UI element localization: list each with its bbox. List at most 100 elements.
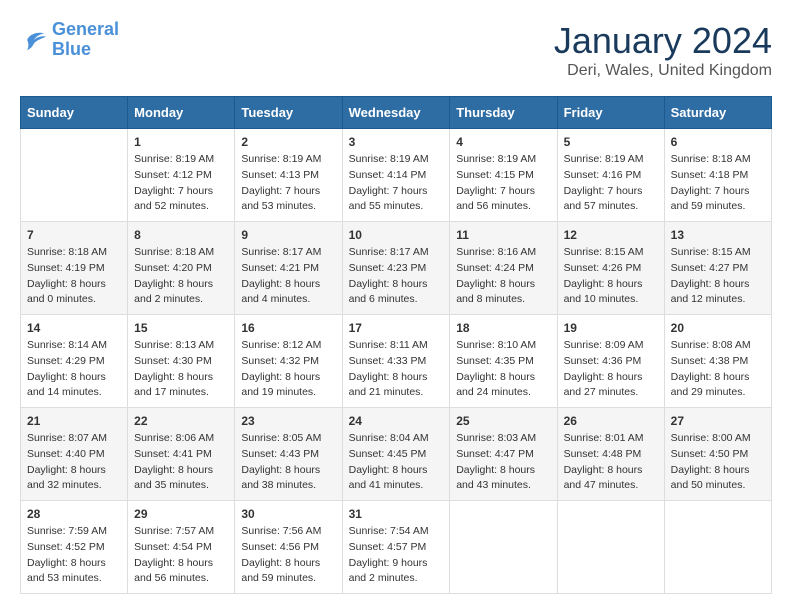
weekday-header-tuesday: Tuesday <box>235 97 342 129</box>
day-cell-15: 15 Sunrise: 8:13 AMSunset: 4:30 PMDayligh… <box>128 315 235 408</box>
weekday-header-row: SundayMondayTuesdayWednesdayThursdayFrid… <box>21 97 772 129</box>
day-cell-25: 25 Sunrise: 8:03 AMSunset: 4:47 PMDayligh… <box>450 408 557 501</box>
day-cell-3: 3 Sunrise: 8:19 AMSunset: 4:14 PMDaylight… <box>342 129 450 222</box>
logo-line2: Blue <box>52 39 91 59</box>
day-info: Sunrise: 8:03 AMSunset: 4:47 PMDaylight:… <box>456 431 550 494</box>
day-info: Sunrise: 8:17 AMSunset: 4:23 PMDaylight:… <box>349 245 444 308</box>
weekday-header-friday: Friday <box>557 97 664 129</box>
weekday-header-sunday: Sunday <box>21 97 128 129</box>
day-cell-26: 26 Sunrise: 8:01 AMSunset: 4:48 PMDayligh… <box>557 408 664 501</box>
weekday-header-saturday: Saturday <box>664 97 771 129</box>
week-row-1: 1 Sunrise: 8:19 AMSunset: 4:12 PMDaylight… <box>21 129 772 222</box>
day-number: 12 <box>564 228 658 242</box>
day-number: 22 <box>134 414 228 428</box>
day-info: Sunrise: 8:08 AMSunset: 4:38 PMDaylight:… <box>671 338 765 401</box>
day-number: 9 <box>241 228 335 242</box>
day-info: Sunrise: 8:07 AMSunset: 4:40 PMDaylight:… <box>27 431 121 494</box>
month-title: January 2024 <box>554 20 772 62</box>
day-number: 20 <box>671 321 765 335</box>
day-cell-7: 7 Sunrise: 8:18 AMSunset: 4:19 PMDaylight… <box>21 222 128 315</box>
day-cell-6: 6 Sunrise: 8:18 AMSunset: 4:18 PMDaylight… <box>664 129 771 222</box>
day-info: Sunrise: 8:15 AMSunset: 4:27 PMDaylight:… <box>671 245 765 308</box>
day-cell-21: 21 Sunrise: 8:07 AMSunset: 4:40 PMDayligh… <box>21 408 128 501</box>
logo-line1: General <box>52 19 119 39</box>
empty-cell <box>664 501 771 594</box>
week-row-4: 21 Sunrise: 8:07 AMSunset: 4:40 PMDayligh… <box>21 408 772 501</box>
day-cell-16: 16Sunrise: 8:12 AMSunset: 4:32 PMDayligh… <box>235 315 342 408</box>
empty-cell <box>21 129 128 222</box>
day-info: Sunrise: 8:01 AMSunset: 4:48 PMDaylight:… <box>564 431 658 494</box>
day-number: 10 <box>349 228 444 242</box>
day-cell-12: 12Sunrise: 8:15 AMSunset: 4:26 PMDayligh… <box>557 222 664 315</box>
day-info: Sunrise: 8:14 AMSunset: 4:29 PMDaylight:… <box>27 338 121 401</box>
week-row-5: 28 Sunrise: 7:59 AMSunset: 4:52 PMDayligh… <box>21 501 772 594</box>
day-info: Sunrise: 8:16 AMSunset: 4:24 PMDaylight:… <box>456 245 550 308</box>
empty-cell <box>557 501 664 594</box>
empty-cell <box>450 501 557 594</box>
weekday-header-thursday: Thursday <box>450 97 557 129</box>
day-info: Sunrise: 7:56 AMSunset: 4:56 PMDaylight:… <box>241 524 335 587</box>
day-number: 18 <box>456 321 550 335</box>
day-info: Sunrise: 8:17 AMSunset: 4:21 PMDaylight:… <box>241 245 335 308</box>
day-info: Sunrise: 8:09 AMSunset: 4:36 PMDaylight:… <box>564 338 658 401</box>
day-info: Sunrise: 8:04 AMSunset: 4:45 PMDaylight:… <box>349 431 444 494</box>
day-number: 6 <box>671 135 765 149</box>
day-cell-14: 14 Sunrise: 8:14 AMSunset: 4:29 PMDayligh… <box>21 315 128 408</box>
day-cell-8: 8 Sunrise: 8:18 AMSunset: 4:20 PMDaylight… <box>128 222 235 315</box>
day-number: 23 <box>241 414 335 428</box>
day-cell-22: 22Sunrise: 8:06 AMSunset: 4:41 PMDayligh… <box>128 408 235 501</box>
day-number: 25 <box>456 414 550 428</box>
day-number: 8 <box>134 228 228 242</box>
day-number: 11 <box>456 228 550 242</box>
day-info: Sunrise: 8:18 AMSunset: 4:20 PMDaylight:… <box>134 245 228 308</box>
calendar-table: SundayMondayTuesdayWednesdayThursdayFrid… <box>20 96 772 594</box>
day-cell-1: 1 Sunrise: 8:19 AMSunset: 4:12 PMDaylight… <box>128 129 235 222</box>
logo: General Blue <box>20 20 119 60</box>
day-number: 14 <box>27 321 121 335</box>
day-cell-9: 9 Sunrise: 8:17 AMSunset: 4:21 PMDaylight… <box>235 222 342 315</box>
day-info: Sunrise: 8:19 AMSunset: 4:12 PMDaylight:… <box>134 152 228 215</box>
day-cell-24: 24 Sunrise: 8:04 AMSunset: 4:45 PMDayligh… <box>342 408 450 501</box>
day-number: 5 <box>564 135 658 149</box>
day-cell-10: 10 Sunrise: 8:17 AMSunset: 4:23 PMDayligh… <box>342 222 450 315</box>
day-info: Sunrise: 8:00 AMSunset: 4:50 PMDaylight:… <box>671 431 765 494</box>
day-number: 24 <box>349 414 444 428</box>
day-number: 28 <box>27 507 121 521</box>
day-number: 31 <box>349 507 444 521</box>
day-number: 26 <box>564 414 658 428</box>
day-info: Sunrise: 7:54 AMSunset: 4:57 PMDaylight:… <box>349 524 444 587</box>
day-info: Sunrise: 8:18 AMSunset: 4:19 PMDaylight:… <box>27 245 121 308</box>
day-cell-5: 5Sunrise: 8:19 AMSunset: 4:16 PMDaylight… <box>557 129 664 222</box>
week-row-3: 14 Sunrise: 8:14 AMSunset: 4:29 PMDayligh… <box>21 315 772 408</box>
day-number: 1 <box>134 135 228 149</box>
day-cell-11: 11 Sunrise: 8:16 AMSunset: 4:24 PMDayligh… <box>450 222 557 315</box>
logo-text: General Blue <box>52 20 119 60</box>
day-number: 29 <box>134 507 228 521</box>
day-number: 3 <box>349 135 444 149</box>
weekday-header-wednesday: Wednesday <box>342 97 450 129</box>
day-info: Sunrise: 8:18 AMSunset: 4:18 PMDaylight:… <box>671 152 765 215</box>
page-header: General Blue January 2024 Deri, Wales, U… <box>20 20 772 80</box>
title-area: January 2024 Deri, Wales, United Kingdom <box>554 20 772 80</box>
day-number: 15 <box>134 321 228 335</box>
day-number: 19 <box>564 321 658 335</box>
day-number: 27 <box>671 414 765 428</box>
day-cell-4: 4Sunrise: 8:19 AMSunset: 4:15 PMDaylight… <box>450 129 557 222</box>
day-number: 17 <box>349 321 444 335</box>
logo-icon <box>20 28 48 52</box>
day-info: Sunrise: 7:59 AMSunset: 4:52 PMDaylight:… <box>27 524 121 587</box>
day-number: 13 <box>671 228 765 242</box>
day-info: Sunrise: 8:10 AMSunset: 4:35 PMDaylight:… <box>456 338 550 401</box>
day-cell-23: 23Sunrise: 8:05 AMSunset: 4:43 PMDayligh… <box>235 408 342 501</box>
day-cell-29: 29 Sunrise: 7:57 AMSunset: 4:54 PMDayligh… <box>128 501 235 594</box>
day-info: Sunrise: 8:19 AMSunset: 4:14 PMDaylight:… <box>349 152 444 215</box>
day-number: 30 <box>241 507 335 521</box>
day-info: Sunrise: 7:57 AMSunset: 4:54 PMDaylight:… <box>134 524 228 587</box>
day-number: 16 <box>241 321 335 335</box>
day-number: 4 <box>456 135 550 149</box>
day-info: Sunrise: 8:13 AMSunset: 4:30 PMDaylight:… <box>134 338 228 401</box>
day-number: 7 <box>27 228 121 242</box>
day-number: 21 <box>27 414 121 428</box>
day-cell-19: 19 Sunrise: 8:09 AMSunset: 4:36 PMDayligh… <box>557 315 664 408</box>
weekday-header-monday: Monday <box>128 97 235 129</box>
